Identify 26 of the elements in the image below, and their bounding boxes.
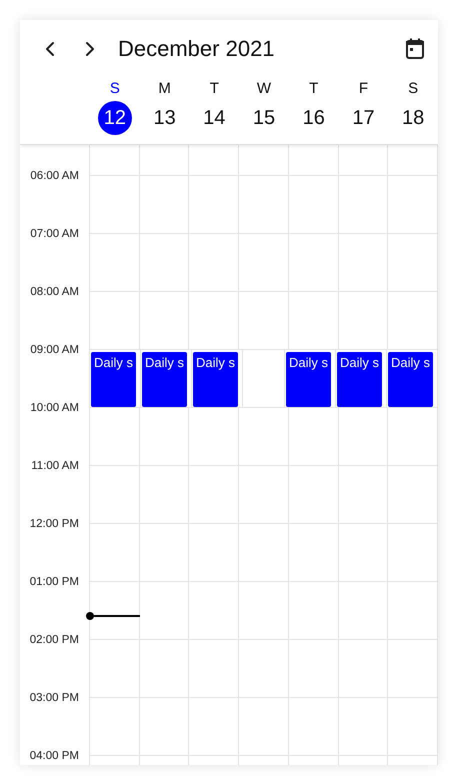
month-title[interactable]: December 2021 — [118, 36, 402, 62]
time-label: 04:00 PM — [28, 749, 80, 764]
weekday-label: S — [110, 79, 120, 99]
date-number[interactable]: 16 — [296, 101, 331, 135]
time-label: 10:00 AM — [29, 401, 80, 416]
time-label: 03:00 PM — [28, 691, 80, 706]
weekday-label: S — [408, 79, 418, 99]
weekday-label: M — [158, 79, 171, 99]
date-number[interactable]: 12 — [98, 101, 132, 135]
weekday-label: T — [309, 79, 318, 99]
date-number[interactable]: 13 — [148, 101, 182, 135]
time-label: 08:00 AM — [29, 285, 80, 300]
time-label: 11:00 AM — [30, 459, 80, 474]
date-number[interactable]: 15 — [247, 101, 282, 135]
weekday-label: T — [210, 79, 219, 99]
date-number[interactable]: 14 — [197, 101, 232, 135]
weekday-label: F — [358, 79, 368, 99]
time-label: 02:00 PM — [28, 633, 80, 648]
time-label: 07:00 AM — [29, 227, 80, 242]
time-label: 06:00 AM — [29, 169, 80, 184]
date-number[interactable]: 18 — [396, 101, 430, 135]
time-label: 12:00 PM — [28, 517, 80, 532]
weekday-label: W — [256, 79, 272, 99]
time-label: 09:00 AM — [29, 343, 80, 358]
date-number[interactable]: 17 — [346, 101, 380, 135]
time-label: 01:00 PM — [28, 575, 80, 590]
